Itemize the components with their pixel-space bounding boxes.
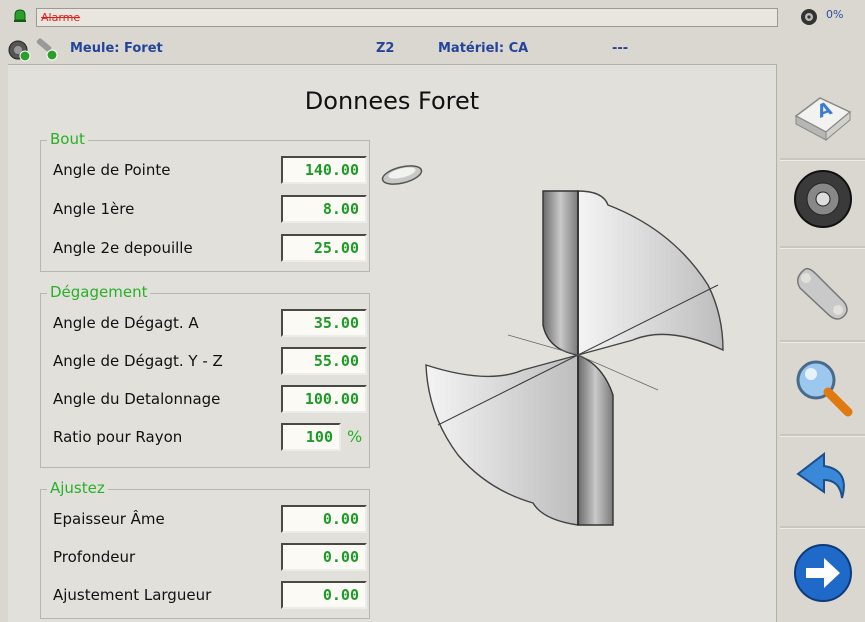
- wrench-icon[interactable]: [790, 260, 856, 326]
- page-title: Donnees Foret: [304, 87, 480, 115]
- ajustement-largueur-input[interactable]: 0.00: [281, 581, 367, 609]
- progress-percent: 0%: [826, 8, 844, 21]
- material-label: Matériel: CA: [438, 41, 529, 56]
- drill-cross-section-diagram: [425, 190, 724, 526]
- right-toolbar: A: [780, 64, 865, 621]
- row-angle-pointe: Angle de Pointe 140.00: [53, 156, 367, 186]
- row-angle-1ere: Angle 1ère 8.00: [53, 195, 367, 225]
- group-label-bout: Bout: [47, 130, 88, 148]
- keyboard-key-icon[interactable]: A: [790, 78, 856, 144]
- group-label-ajustez: Ajustez: [47, 479, 108, 497]
- row-label: Angle de Pointe: [53, 161, 171, 179]
- angle-pointe-input[interactable]: 140.00: [281, 156, 367, 184]
- extra-label: ---: [612, 41, 629, 56]
- toolbar-divider: [780, 246, 865, 249]
- row-label: Profondeur: [53, 548, 136, 566]
- row-ajustement-largueur: Ajustement Largueur 0.00: [53, 581, 367, 611]
- row-epaisseur-ame: Epaisseur Âme 0.00: [53, 505, 367, 535]
- row-label: Ratio pour Rayon: [53, 428, 183, 446]
- group-ajustez: Ajustez Epaisseur Âme 0.00 Profondeur 0.…: [40, 479, 370, 619]
- row-ratio-rayon: Ratio pour Rayon 100 %: [53, 423, 367, 453]
- angle-detalonnage-input[interactable]: 100.00: [281, 385, 367, 413]
- row-label: Angle du Detalonnage: [53, 390, 221, 408]
- next-arrow-icon[interactable]: [790, 540, 856, 606]
- row-label: Angle de Dégagt. A: [53, 314, 199, 332]
- alarm-message-field: Alarme: [36, 8, 778, 27]
- toolbar-divider: [780, 158, 865, 161]
- row-angle-2e-depouille: Angle 2e depouille 25.00: [53, 234, 367, 264]
- group-degagement: Dégagement Angle de Dégagt. A 35.00 Angl…: [40, 283, 370, 468]
- toolbar-divider: [780, 526, 865, 529]
- row-label: Epaisseur Âme: [53, 510, 165, 528]
- toolbar-divider: [780, 434, 865, 437]
- row-label: Angle 2e depouille: [53, 239, 193, 257]
- ratio-rayon-input[interactable]: 100: [281, 423, 341, 451]
- toolbar-divider: [780, 340, 865, 343]
- row-angle-detalonnage: Angle du Detalonnage 100.00: [53, 385, 367, 415]
- angle-degagt-a-input[interactable]: 35.00: [281, 309, 367, 337]
- axis-label: Z2: [376, 41, 395, 56]
- row-angle-degagt-yz: Angle de Dégagt. Y - Z 55.00: [53, 347, 367, 377]
- main-panel: Donnees Foret Bout Angle de Pointe 140.0…: [8, 64, 777, 622]
- meule-label: Meule: Foret: [70, 41, 163, 56]
- group-bout: Bout Angle de Pointe 140.00 Angle 1ère 8…: [40, 130, 370, 272]
- angle-1ere-input[interactable]: 8.00: [281, 195, 367, 223]
- profondeur-input[interactable]: 0.00: [281, 543, 367, 571]
- row-label: Ajustement Largueur: [53, 586, 212, 604]
- angle-degagt-yz-input[interactable]: 55.00: [281, 347, 367, 375]
- machine-status-icon: [8, 38, 58, 62]
- undo-arrow-icon[interactable]: [790, 446, 856, 512]
- progress-dial-icon: [801, 9, 817, 25]
- row-angle-degagt-a: Angle de Dégagt. A 35.00: [53, 309, 367, 339]
- magnifier-icon[interactable]: [790, 354, 856, 420]
- grinding-wheel-icon[interactable]: [790, 166, 856, 232]
- row-label: Angle 1ère: [53, 200, 135, 218]
- angle-2e-depouille-input[interactable]: 25.00: [281, 234, 367, 262]
- epaisseur-ame-input[interactable]: 0.00: [281, 505, 367, 533]
- row-profondeur: Profondeur 0.00: [53, 543, 367, 573]
- row-label: Angle de Dégagt. Y - Z: [53, 352, 223, 370]
- percent-unit: %: [347, 427, 363, 446]
- alarm-bell-icon: [14, 9, 26, 22]
- group-label-degagement: Dégagement: [47, 283, 151, 301]
